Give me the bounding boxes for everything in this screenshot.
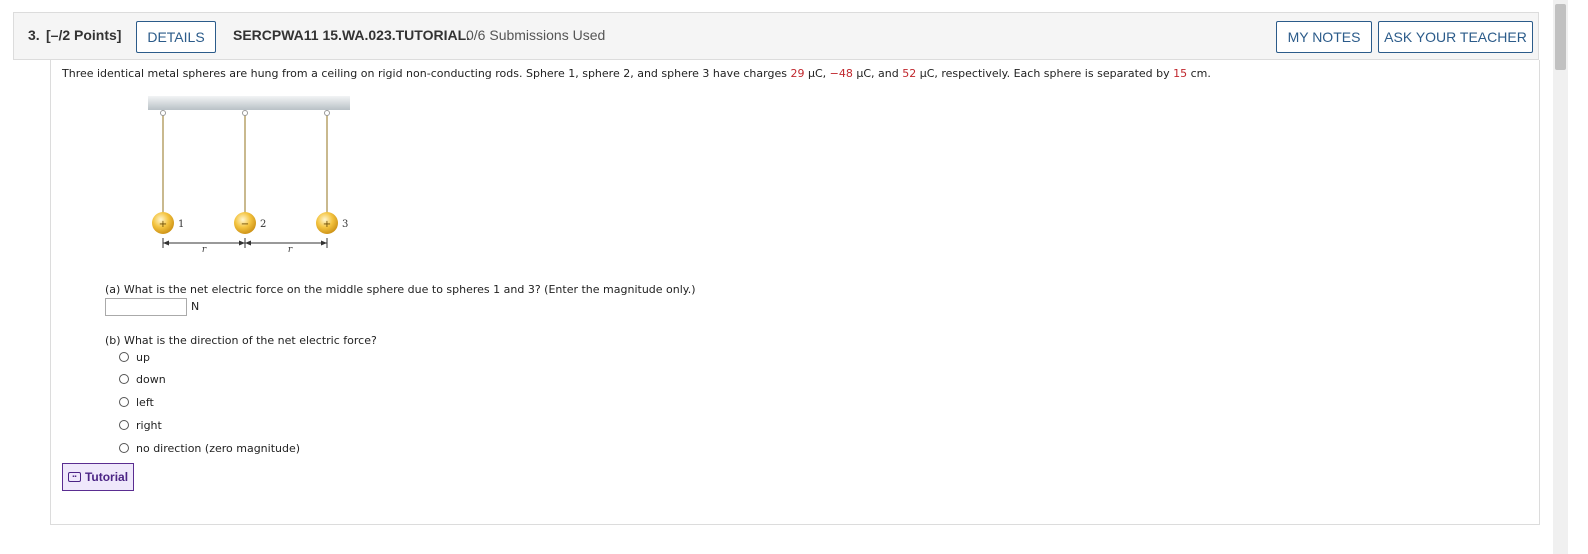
question-header: 3. [–/2 Points] DETAILS SERCPWA11 15.WA.… xyxy=(13,12,1539,60)
submissions-used: 0/6 Submissions Used xyxy=(466,27,606,43)
charge-1-value: 29 xyxy=(790,67,805,80)
radio-button[interactable] xyxy=(119,397,129,407)
sphere-2: − xyxy=(234,212,256,234)
rod-3 xyxy=(324,110,330,213)
ceiling xyxy=(148,96,350,110)
option-label: no direction (zero magnitude) xyxy=(136,441,301,455)
sphere-3: + xyxy=(316,212,338,234)
spheres-figure: + − + 1 2 3 r r xyxy=(148,96,350,255)
scrollbar-thumb[interactable] xyxy=(1555,4,1566,70)
sphere-3-sign: + xyxy=(323,219,331,230)
radio-button[interactable] xyxy=(119,352,129,362)
sphere-1-label: 1 xyxy=(178,219,184,230)
sphere-1: + xyxy=(152,212,174,234)
sphere-1-sign: + xyxy=(159,219,167,230)
distance-label-1: r xyxy=(202,245,207,255)
ask-your-teacher-button[interactable]: ASK YOUR TEACHER xyxy=(1378,21,1533,53)
radio-button[interactable] xyxy=(119,420,129,430)
question-number: 3. xyxy=(28,27,40,43)
part-a-unit: N xyxy=(191,300,200,313)
scrollbar-track[interactable] xyxy=(1553,0,1568,554)
part-a-answer-input[interactable] xyxy=(105,298,187,316)
part-a-prompt: (a) What is the net electric force on th… xyxy=(105,283,696,296)
tutorial-button[interactable]: ▪▪ Tutorial xyxy=(62,463,134,491)
sphere-2-label: 2 xyxy=(260,219,266,230)
sphere-2-sign: − xyxy=(241,219,249,230)
option-label: left xyxy=(136,395,154,409)
distance-arrows xyxy=(162,238,328,248)
points-label: [–/2 Points] xyxy=(46,27,122,43)
sphere-3-label: 3 xyxy=(342,219,348,230)
part-b-prompt: (b) What is the direction of the net ele… xyxy=(105,334,377,347)
radio-button[interactable] xyxy=(119,374,129,384)
assignment-id: SERCPWA11 15.WA.023.TUTORIAL. xyxy=(233,27,471,43)
tutorial-label: Tutorial xyxy=(84,470,129,484)
option-right[interactable]: right xyxy=(119,417,162,433)
option-no-direction[interactable]: no direction (zero magnitude) xyxy=(119,440,300,456)
my-notes-button[interactable]: MY NOTES xyxy=(1276,21,1372,53)
question-text: Three identical metal spheres are hung f… xyxy=(62,67,1211,80)
option-up[interactable]: up xyxy=(119,349,150,365)
option-label: up xyxy=(136,350,150,364)
details-button[interactable]: DETAILS xyxy=(136,21,216,53)
option-left[interactable]: left xyxy=(119,394,154,410)
rod-2 xyxy=(242,110,248,213)
charge-2-value: −48 xyxy=(829,67,853,80)
distance-label-2: r xyxy=(288,245,293,255)
rod-1 xyxy=(160,110,166,213)
radio-button[interactable] xyxy=(119,443,129,453)
option-label: down xyxy=(136,372,166,386)
option-label: right xyxy=(136,418,162,432)
separation-value: 15 xyxy=(1173,67,1188,80)
tutorial-icon: ▪▪ xyxy=(67,472,81,482)
option-down[interactable]: down xyxy=(119,371,166,387)
charge-3-value: 52 xyxy=(902,67,917,80)
